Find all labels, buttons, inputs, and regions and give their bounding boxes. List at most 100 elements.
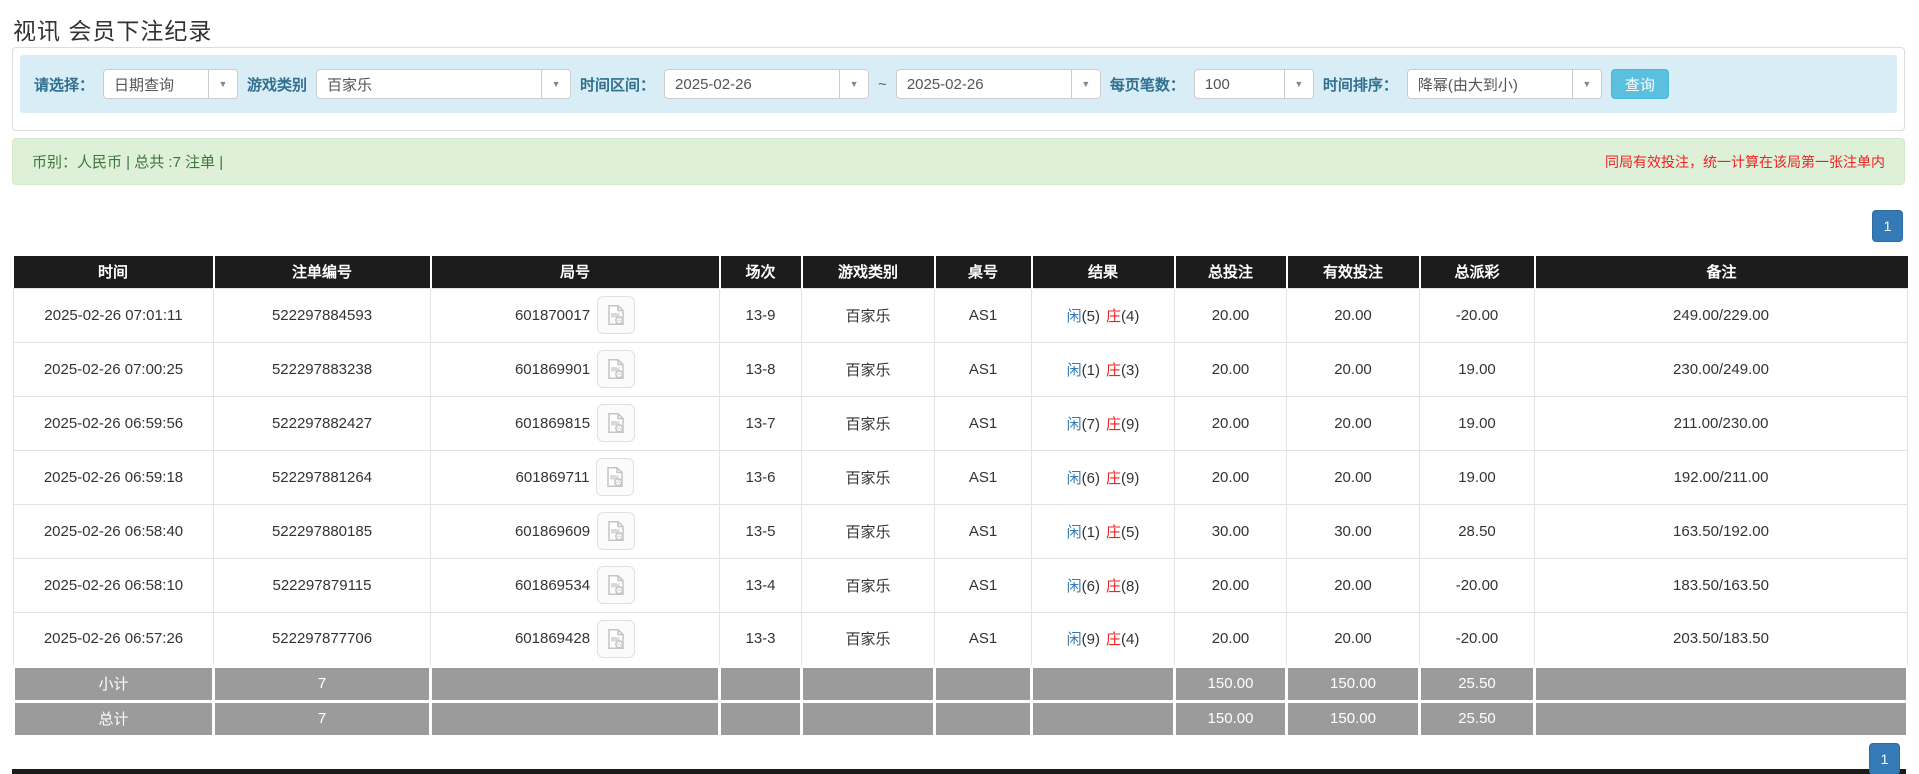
video-playback-icon[interactable]	[597, 404, 636, 442]
date-to-select[interactable]: 2025-02-26 ▼	[895, 69, 1101, 99]
filter-panel: 请选择： 日期查询 ▼ 游戏类别 百家乐 ▼ 时间区间： 2025-02-26 …	[12, 47, 1905, 131]
table-row: 2025-02-26 06:58:10 522297879115 6018695…	[13, 557, 1908, 613]
cell-table-no: AS1	[934, 287, 1032, 343]
result-player-score: (1)	[1081, 361, 1100, 379]
query-button[interactable]: 查询	[1610, 69, 1669, 99]
round-id-text: 601869815	[514, 414, 591, 432]
cell-result: 闲(1) 庄(5)	[1031, 503, 1175, 559]
cell-session: 13-8	[719, 341, 802, 397]
result-banker-score: (5)	[1121, 523, 1140, 541]
cell-table-no: AS1	[934, 503, 1032, 559]
column-header: 总派彩	[1419, 256, 1536, 288]
cell-total-bet-link[interactable]: 20.00	[1174, 611, 1287, 667]
cell-total-bet-link[interactable]: 20.00	[1174, 287, 1287, 343]
cell-valid-bet: 30.00	[1286, 503, 1420, 559]
video-playback-icon[interactable]	[596, 458, 635, 496]
round-id-text: 601869901	[514, 360, 591, 378]
cell-remark: 192.00/211.00	[1534, 449, 1908, 505]
subtotal-total-bet: 150.00	[1173, 664, 1288, 703]
chevron-down-icon: ▼	[541, 70, 571, 98]
chevron-down-icon: ▼	[1070, 70, 1100, 98]
cell-valid-bet: 20.00	[1286, 395, 1420, 451]
cell-time: 2025-02-26 07:01:11	[13, 287, 214, 343]
cell-session: 13-5	[719, 503, 802, 559]
cell-remark: 230.00/249.00	[1534, 341, 1908, 397]
video-playback-icon[interactable]	[597, 566, 636, 604]
round-id-text: 601870017	[514, 306, 591, 324]
cell-bet-id: 522297880185	[213, 503, 431, 559]
cell-total-bet-link[interactable]: 30.00	[1174, 503, 1287, 559]
result-player: 闲	[1066, 577, 1082, 595]
column-header: 场次	[719, 256, 803, 288]
total-row: 总计 7 150.00 150.00 25.50	[12, 699, 1909, 738]
total-valid-bet: 150.00	[1285, 699, 1421, 738]
cell-game-type: 百家乐	[801, 395, 935, 451]
date-range-label: 时间区间：	[580, 76, 656, 94]
cell-round-id: 601870017	[430, 287, 720, 343]
result-banker-score: (3)	[1121, 361, 1140, 379]
cell-result: 闲(6) 庄(9)	[1031, 449, 1175, 505]
round-id-text: 601869711	[515, 468, 590, 486]
table-row: 2025-02-26 06:58:40 522297880185 6018696…	[13, 503, 1908, 559]
cell-time: 2025-02-26 06:59:56	[13, 395, 214, 451]
subtotal-payout: 25.50	[1418, 664, 1536, 703]
cell-payout: 19.00	[1419, 395, 1535, 451]
total-total-bet: 150.00	[1173, 699, 1288, 738]
cell-valid-bet: 20.00	[1286, 611, 1420, 667]
cell-time: 2025-02-26 06:58:10	[13, 557, 214, 613]
game-type-select[interactable]: 百家乐 ▼	[316, 69, 572, 99]
cell-total-bet-link[interactable]: 20.00	[1174, 557, 1287, 613]
result-banker-score: (4)	[1121, 307, 1140, 325]
cell-bet-id: 522297879115	[213, 557, 431, 613]
page-size-value: 100	[1204, 75, 1230, 93]
pagination-page-1-bottom[interactable]: 1	[1869, 743, 1900, 774]
result-player: 闲	[1066, 631, 1082, 648]
table-row: 2025-02-26 06:59:56 522297882427 6018698…	[13, 395, 1908, 451]
result-player: 闲	[1066, 469, 1082, 487]
cell-bet-id: 522297884593	[213, 287, 431, 343]
cell-table-no: AS1	[934, 449, 1032, 505]
cell-session: 13-7	[719, 395, 802, 451]
cell-table-no: AS1	[934, 395, 1032, 451]
table-row: 2025-02-26 07:00:25 522297883238 6018699…	[13, 341, 1908, 397]
video-playback-icon[interactable]	[597, 512, 636, 550]
date-range-separator: ~	[878, 75, 887, 93]
subtotal-count: 7	[212, 664, 432, 703]
subtotal-valid-bet: 150.00	[1285, 664, 1421, 703]
sort-label: 时间排序：	[1322, 76, 1398, 94]
chevron-down-icon: ▼	[208, 70, 238, 98]
table-header-row: 时间 注单编号 局号 场次 游戏类别 桌号 结果 总投注 有效投注 总派彩 备注	[13, 256, 1908, 288]
valid-bet-note: 同局有效投注，统一计算在该局第一张注单内	[1605, 153, 1885, 170]
cell-total-bet-link[interactable]: 20.00	[1174, 449, 1287, 505]
cell-total-bet-link[interactable]: 20.00	[1174, 395, 1287, 451]
result-banker: 庄	[1106, 415, 1122, 433]
video-playback-icon[interactable]	[597, 296, 636, 334]
result-player-score: (6)	[1081, 577, 1100, 595]
pagination-page-1-top[interactable]: 1	[1872, 210, 1903, 242]
cell-time: 2025-02-26 06:59:18	[13, 449, 214, 505]
column-header: 总投注	[1174, 256, 1288, 288]
cell-total-bet-link[interactable]: 20.00	[1174, 341, 1287, 397]
column-header: 注单编号	[213, 256, 432, 288]
date-from-select[interactable]: 2025-02-26 ▼	[664, 69, 870, 99]
cell-round-id: 601869428	[430, 611, 720, 667]
cell-payout: 19.00	[1419, 341, 1535, 397]
column-header: 游戏类别	[801, 256, 936, 288]
result-player-score: (6)	[1081, 469, 1100, 487]
page-title: 视讯 会员下注纪录	[13, 18, 213, 44]
table-row: 2025-02-26 06:59:18 522297881264 6018697…	[13, 449, 1908, 505]
cell-round-id: 601869609	[430, 503, 720, 559]
video-playback-icon[interactable]	[597, 350, 636, 388]
cell-table-no: AS1	[934, 341, 1032, 397]
sort-select[interactable]: 降幂(由大到小) ▼	[1406, 69, 1602, 99]
game-type-value: 百家乐	[327, 76, 373, 94]
chevron-down-icon: ▼	[1571, 70, 1601, 98]
query-type-select[interactable]: 日期查询 ▼	[103, 69, 239, 99]
page-size-select[interactable]: 100 ▼	[1193, 69, 1314, 99]
column-header: 桌号	[934, 256, 1033, 288]
cell-game-type: 百家乐	[801, 287, 935, 343]
video-playback-icon[interactable]	[597, 619, 636, 658]
result-player-score: (1)	[1081, 523, 1100, 541]
cell-game-type: 百家乐	[801, 611, 935, 667]
cell-valid-bet: 20.00	[1286, 557, 1420, 613]
